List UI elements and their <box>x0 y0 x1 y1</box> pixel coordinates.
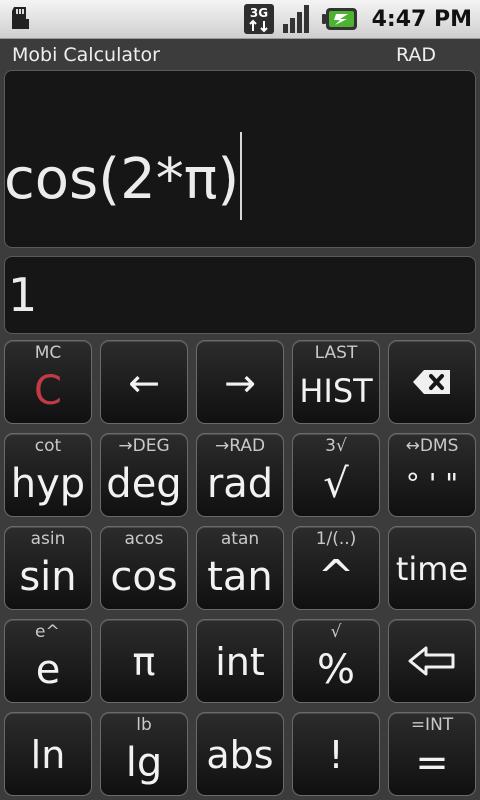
pi-label: π <box>132 640 156 684</box>
app-title: Mobi Calculator <box>12 44 160 66</box>
enter-button[interactable] <box>388 619 476 703</box>
deg-button[interactable]: →DEG deg <box>100 433 188 517</box>
backspace-holder <box>389 341 475 423</box>
dms-button[interactable]: ↔DMS ° ' " <box>388 433 476 517</box>
clear-button[interactable]: MC C <box>4 340 92 424</box>
lb-label: lb <box>136 715 152 735</box>
pi-button[interactable]: π <box>100 619 188 703</box>
cos-button[interactable]: acos cos <box>100 526 188 610</box>
factorial-label: ! <box>328 733 344 777</box>
last-label: LAST <box>314 343 358 363</box>
cube-root-label: 3√ <box>325 436 347 456</box>
equals-label: = <box>415 740 449 786</box>
percent-button[interactable]: √ % <box>292 619 380 703</box>
signal-strength-icon <box>282 5 309 33</box>
time-label: time <box>395 550 469 588</box>
network-3g-icon: 3G <box>243 4 274 34</box>
cursor-left-button[interactable]: ← <box>100 340 188 424</box>
backspace-icon <box>413 370 450 394</box>
hyp-button[interactable]: cot hyp <box>4 433 92 517</box>
memory-clear-label: MC <box>34 343 62 363</box>
atan-label: atan <box>220 529 260 549</box>
cot-label: cot <box>34 436 62 456</box>
tan-button[interactable]: atan tan <box>196 526 284 610</box>
left-arrow-icon: ← <box>128 361 160 405</box>
rad-button[interactable]: →RAD rad <box>196 433 284 517</box>
title-bar: Mobi Calculator RAD <box>0 39 480 69</box>
history-button[interactable]: LAST HIST <box>292 340 380 424</box>
eq-int-label: =INT <box>410 715 454 735</box>
cos-label: cos <box>110 554 178 600</box>
sqrt-button[interactable]: 3√ √ <box>292 433 380 517</box>
to-deg-label: →DEG <box>118 436 170 456</box>
status-clock: 4:47 PM <box>371 6 472 32</box>
e-button[interactable]: e^ e <box>4 619 92 703</box>
abs-button[interactable]: abs <box>196 712 284 796</box>
expression-line: cos(2*π) <box>4 132 243 220</box>
backspace-button[interactable] <box>388 340 476 424</box>
hyp-label: hyp <box>10 461 86 507</box>
root-label: √ <box>330 622 342 642</box>
int-label: int <box>215 640 265 684</box>
clear-label: C <box>34 368 62 414</box>
factorial-button[interactable]: ! <box>292 712 380 796</box>
time-button[interactable]: time <box>388 526 476 610</box>
sqrt-label: √ <box>323 461 349 507</box>
enter-holder <box>389 620 475 702</box>
exp-label: e^ <box>35 622 60 642</box>
to-rad-label: →RAD <box>214 436 266 456</box>
power-button[interactable]: 1/(..) ^ <box>292 526 380 610</box>
equals-button[interactable]: =INT = <box>388 712 476 796</box>
ln-label: ln <box>30 733 66 777</box>
right-arrow-icon: → <box>224 361 256 405</box>
sin-button[interactable]: asin sin <box>4 526 92 610</box>
battery-charging-icon <box>321 8 357 30</box>
abs-label: abs <box>206 733 274 777</box>
sin-label: sin <box>19 554 77 600</box>
dms-label: ° ' " <box>405 467 459 500</box>
percent-label: % <box>316 647 355 693</box>
deg-label: deg <box>106 461 182 507</box>
left-hollow-arrow-icon <box>408 646 455 676</box>
asin-label: asin <box>30 529 66 549</box>
rad-label: rad <box>206 461 274 507</box>
angle-mode-indicator: RAD <box>395 44 436 66</box>
lg-button[interactable]: lb lg <box>100 712 188 796</box>
result-display <box>4 256 476 334</box>
text-cursor <box>240 132 243 220</box>
ln-button[interactable]: ln <box>4 712 92 796</box>
to-dms-label: ↔DMS <box>405 436 459 456</box>
tan-label: tan <box>207 554 273 600</box>
expression-text: cos(2*π) <box>4 147 240 212</box>
lg-label: lg <box>125 740 163 786</box>
svg-text:3G: 3G <box>249 6 267 20</box>
hist-label: HIST <box>299 372 373 410</box>
int-button[interactable]: int <box>196 619 284 703</box>
sd-card-icon <box>12 7 29 29</box>
power-label: ^ <box>317 551 355 602</box>
e-label: e <box>35 647 61 693</box>
result-text: 1 <box>8 268 38 322</box>
reciprocal-label: 1/(..) <box>315 529 357 549</box>
acos-label: acos <box>124 529 164 549</box>
cursor-right-button[interactable]: → <box>196 340 284 424</box>
status-bar: 3G 4:47 PM <box>0 0 480 39</box>
